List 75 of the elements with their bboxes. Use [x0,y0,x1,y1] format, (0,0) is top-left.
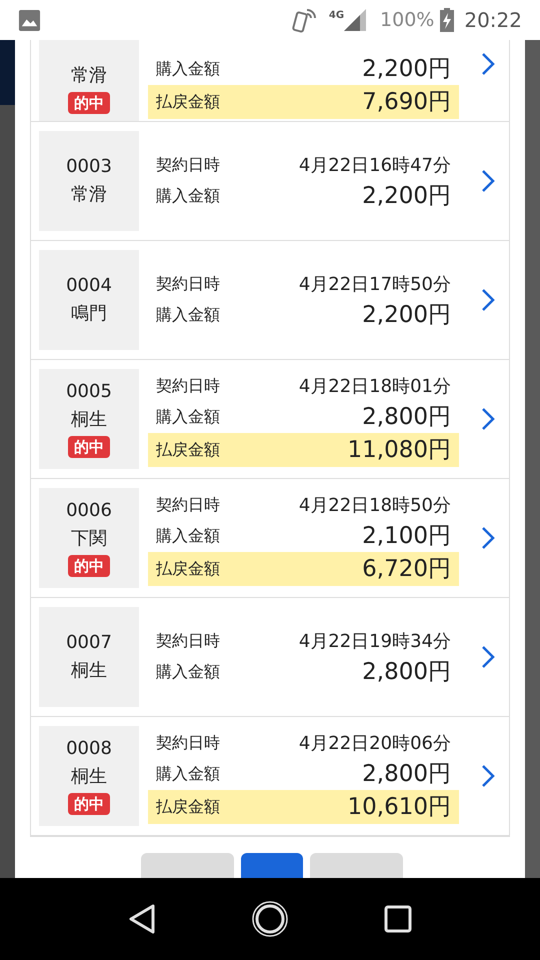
field-label: 購入金額 [156,406,220,428]
payout-amount: 6,720円 [362,554,451,584]
contract-date: 4月22日18時01分 [298,374,451,398]
signal-icon [344,9,366,31]
bet-row[interactable]: 0004 鳴門 契約日時 4月22日17時50分 購入金額 2,200円 [31,241,509,360]
image-icon [18,8,41,32]
hit-badge: 的中 [68,436,110,458]
bet-row[interactable]: 0003 常滑 契約日時 4月22日16時47分 購入金額 2,200円 [31,122,509,241]
field-label: 払戻金額 [156,558,220,580]
purchase-amount: 2,100円 [362,522,451,551]
hit-badge: 的中 [68,555,110,577]
field-label: 購入金額 [156,763,220,785]
contract-date: 4月22日16時47分 [298,154,451,178]
bet-row[interactable]: 0007 桐生 契約日時 4月22日19時34分 購入金額 2,800円 [31,598,509,717]
field-label: 契約日時 [156,154,220,176]
bet-number: 0007 [66,631,112,655]
bet-number: 0006 [66,499,112,523]
chevron-right-icon [481,526,495,550]
purchase-amount: 2,800円 [362,402,451,432]
venue-name: 下関 [71,527,107,551]
hit-badge: 的中 [68,92,110,114]
chevron-right-icon [481,645,495,669]
purchase-amount: 2,800円 [362,760,451,789]
field-label: 払戻金額 [156,796,220,818]
network-type: 4G [328,9,344,23]
bet-number: 0005 [66,380,112,404]
purchase-amount: 2,200円 [362,54,451,84]
bet-row[interactable]: 0006 下関 的中 契約日時 4月22日18時50分 購入金額 2,100円 払戻金額 6,720円 [31,479,509,598]
field-label: 契約日時 [156,732,220,754]
payout-amount: 10,610円 [348,792,451,822]
venue-name: 鳴門 [71,302,107,326]
chevron-right-icon [481,764,495,788]
clock-time: 20:22 [464,7,522,34]
purchase-amount: 2,800円 [362,658,451,687]
field-label: 払戻金額 [156,439,220,461]
venue-name: 常滑 [71,64,107,88]
phone-vibrate-icon [290,6,319,34]
field-label: 契約日時 [156,273,220,295]
venue-name: 桐生 [71,659,107,683]
field-label: 契約日時 [156,375,220,397]
field-label: 購入金額 [156,304,220,326]
bet-number: 0004 [66,274,112,298]
chevron-right-icon [481,169,495,193]
battery-percent: 100% [380,8,434,33]
field-label: 購入金額 [156,185,220,207]
battery-charging-icon [440,8,454,32]
contract-date: 4月22日19時34分 [298,630,451,654]
bet-row[interactable]: 0008 桐生 的中 契約日時 4月22日20時06分 購入金額 2,800円 払戻金額 10,610円 [31,717,509,836]
field-label: 払戻金額 [156,91,220,113]
payout-amount: 11,080円 [348,436,451,465]
field-label: 購入金額 [156,525,220,547]
bet-row[interactable]: 0005 桐生 的中 契約日時 4月22日18時01分 購入金額 2,800円 払戻金額 11,080円 [31,360,509,479]
payout-amount: 7,690円 [362,88,451,117]
chevron-right-icon [481,52,495,76]
field-label: 購入金額 [156,661,220,683]
field-label: 契約日時 [156,630,220,652]
back-icon[interactable] [128,903,156,935]
field-label: 契約日時 [156,494,220,516]
recent-apps-icon[interactable] [384,905,412,933]
venue-name: 常滑 [71,183,107,207]
chevron-right-icon [481,407,495,431]
home-icon[interactable] [250,900,289,938]
venue-name: 桐生 [71,765,107,789]
contract-date: 4月22日17時50分 [298,272,451,296]
purchase-amount: 2,200円 [362,300,451,330]
contract-date: 4月22日18時50分 [298,494,451,518]
bet-row[interactable]: 常滑 的中 購入金額 2,200円 払戻金額 7,690円 [31,40,509,122]
chevron-right-icon [481,288,495,312]
contract-date: 4月22日20時06分 [298,732,451,756]
venue-name: 桐生 [71,408,107,432]
purchase-amount: 2,200円 [362,182,451,211]
field-label: 購入金額 [156,58,220,80]
bet-number: 0008 [66,737,112,761]
hit-badge: 的中 [68,793,110,815]
bet-number: 0003 [66,155,112,179]
